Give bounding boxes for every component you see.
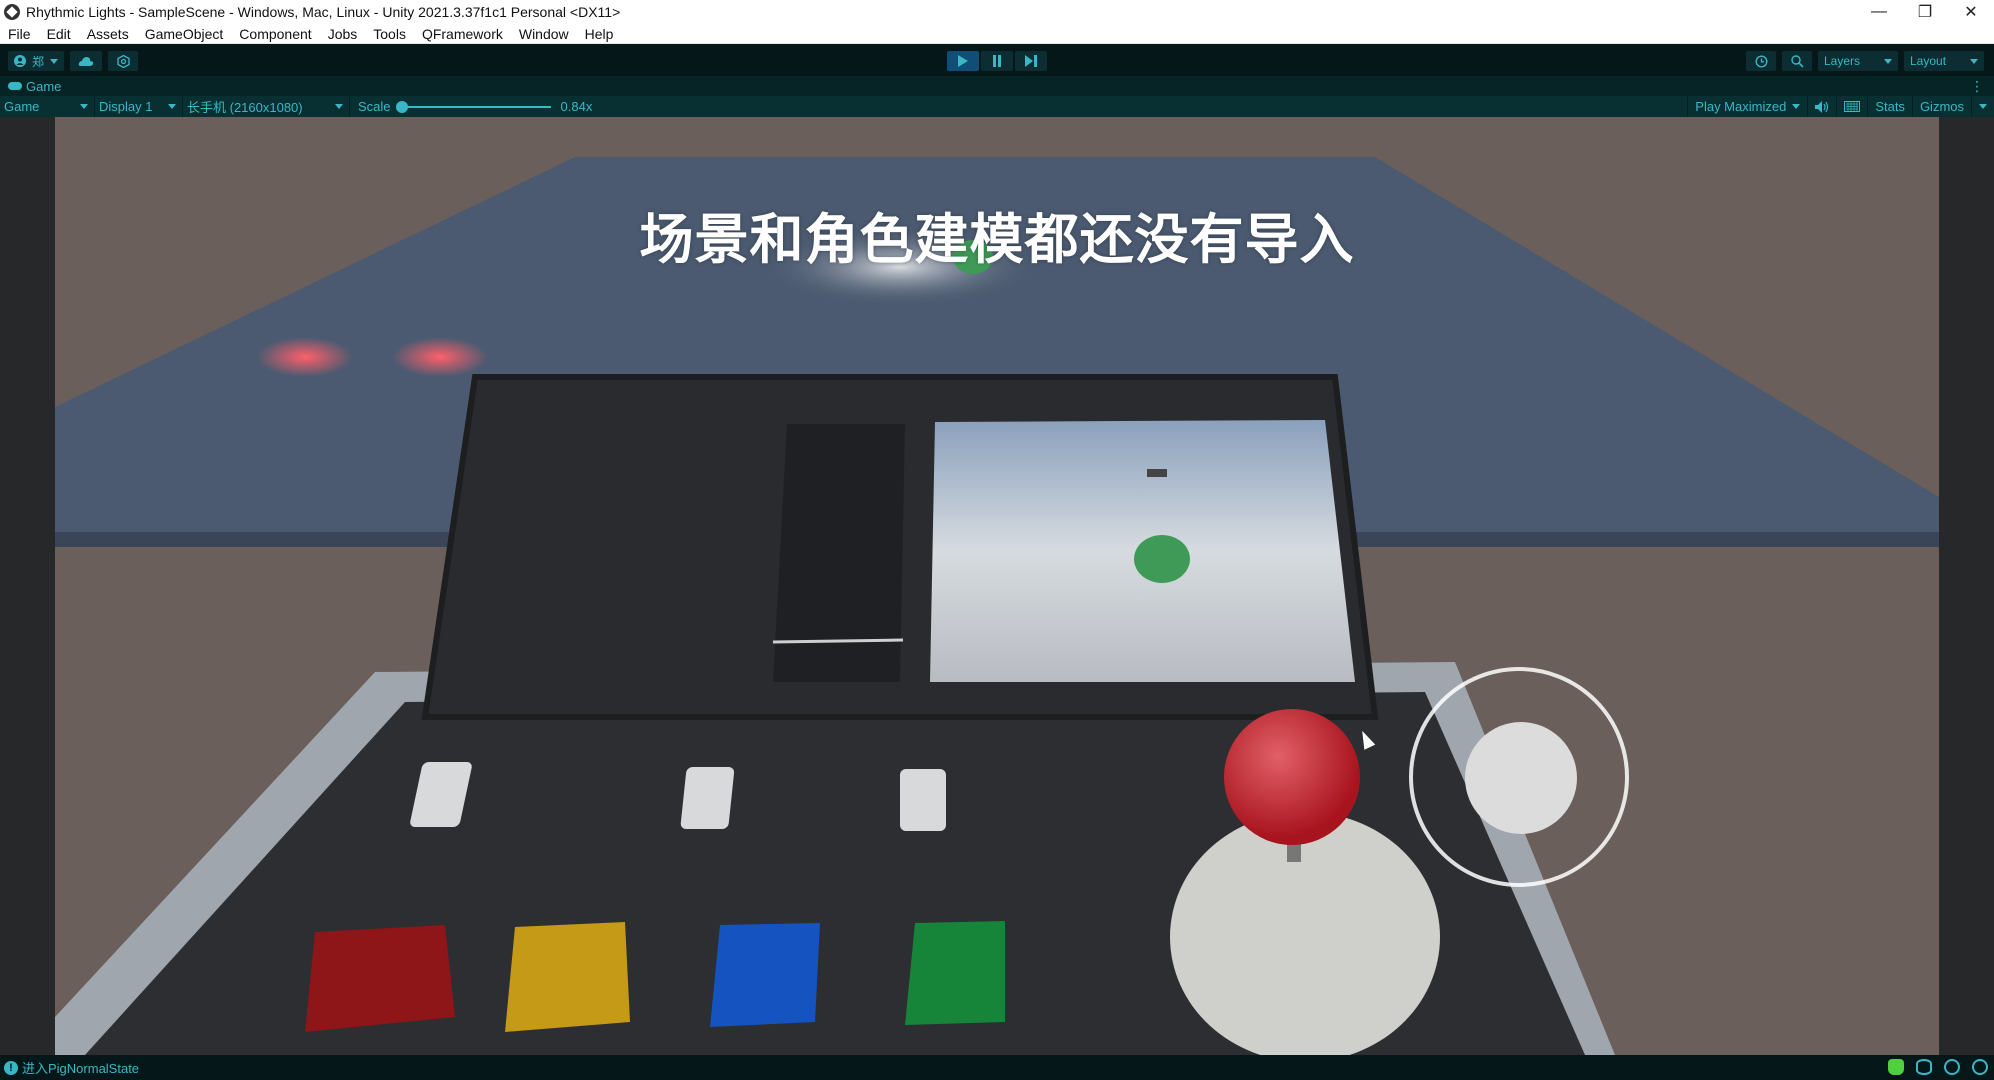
tab-menu-icon[interactable]: ⋮ (1970, 78, 1984, 95)
main-toolbar: 郑 Layers Layout (0, 44, 1994, 76)
menu-tools[interactable]: Tools (365, 26, 414, 42)
game-view-toolbar: Game Display 1 长手机 (2160x1080) Scale 0.8… (0, 96, 1994, 117)
monitor-pig (1134, 535, 1190, 583)
display-label: Display 1 (99, 99, 153, 114)
history-icon (1754, 54, 1768, 68)
menu-jobs[interactable]: Jobs (320, 26, 366, 42)
cloud-button[interactable] (70, 51, 102, 71)
menu-qframework[interactable]: QFramework (414, 26, 511, 42)
tab-bar: Game ⋮ (0, 76, 1994, 96)
chevron-down-icon (335, 104, 343, 109)
play-button[interactable] (947, 51, 979, 71)
cache-server-icon[interactable] (1916, 1059, 1932, 1075)
menu-help[interactable]: Help (577, 26, 622, 42)
layers-label: Layers (1824, 54, 1861, 68)
scale-label: Scale (358, 99, 391, 114)
joystick-ball (1224, 709, 1360, 845)
gizmos-button[interactable]: Gizmos (1911, 96, 1971, 117)
scale-slider-handle[interactable] (395, 100, 408, 113)
mute-audio-button[interactable] (1807, 96, 1836, 117)
debug-bug-icon[interactable] (1888, 1059, 1904, 1075)
fader-3 (900, 769, 946, 831)
resolution-dropdown[interactable]: 长手机 (2160x1080) (183, 96, 350, 117)
menu-gameobject[interactable]: GameObject (137, 26, 232, 42)
step-icon (1025, 55, 1037, 67)
play-mode-label: Play Maximized (1695, 99, 1787, 114)
overlay-caption: 场景和角色建模都还没有导入 (639, 208, 1355, 271)
scale-control: Scale 0.84x (350, 99, 592, 114)
layers-dropdown[interactable]: Layers (1818, 51, 1898, 71)
monitor-object (1147, 469, 1167, 477)
scale-value: 0.84x (560, 99, 593, 114)
yellow-button (505, 922, 630, 1032)
view-mode-label: Game (4, 99, 40, 114)
status-bar: ! 进入PigNormalState (0, 1055, 1994, 1080)
speaker-icon (1815, 100, 1829, 113)
play-icon (958, 55, 968, 67)
menu-bar: File Edit Assets GameObject Component Jo… (0, 24, 1994, 44)
meter-level (772, 638, 904, 644)
view-mode-dropdown[interactable]: Game (0, 96, 95, 117)
meter-display (773, 424, 905, 682)
undo-history-button[interactable] (1746, 51, 1776, 71)
red-button (305, 925, 455, 1032)
chevron-down-icon (1970, 58, 1978, 64)
layout-dropdown[interactable]: Layout (1904, 51, 1984, 71)
status-message[interactable]: 进入PigNormalState (22, 1058, 139, 1077)
close-button[interactable]: ✕ (1948, 0, 1994, 24)
chevron-down-icon (1792, 104, 1801, 109)
restore-button[interactable]: ❐ (1902, 0, 1948, 24)
layout-label: Layout (1910, 54, 1947, 68)
joystick-base (1170, 812, 1440, 1055)
pause-icon (993, 55, 1001, 67)
window-controls: — ❐ ✕ (1856, 0, 1994, 24)
menu-window[interactable]: Window (511, 26, 577, 42)
blue-button (710, 923, 820, 1027)
progress-check-icon[interactable] (1972, 1059, 1988, 1075)
fader-2 (680, 767, 735, 829)
menu-assets[interactable]: Assets (79, 26, 137, 42)
chevron-down-icon (50, 58, 58, 64)
account-dropdown[interactable]: 郑 (8, 51, 64, 71)
gamepad-icon (8, 82, 22, 90)
minimize-button[interactable]: — (1856, 0, 1902, 24)
collab-button[interactable] (108, 51, 138, 71)
pause-button[interactable] (981, 51, 1013, 71)
red-light (257, 337, 353, 377)
info-icon: ! (4, 1060, 18, 1075)
tab-game[interactable]: Game (0, 79, 61, 94)
red-light (392, 337, 488, 377)
green-button (905, 921, 1005, 1025)
tab-game-label: Game (26, 78, 62, 94)
play-mode-dropdown[interactable]: Play Maximized (1687, 96, 1807, 117)
menu-edit[interactable]: Edit (39, 26, 79, 42)
step-button[interactable] (1015, 51, 1047, 71)
window-title: Rhythmic Lights - SampleScene - Windows,… (26, 4, 621, 20)
chevron-down-icon (168, 104, 176, 109)
chevron-down-icon (80, 104, 88, 109)
gizmos-dropdown[interactable] (1971, 96, 1994, 117)
display-dropdown[interactable]: Display 1 (95, 96, 183, 117)
shortcuts-button[interactable] (1836, 96, 1867, 117)
account-name: 郑 (31, 54, 44, 69)
chevron-down-icon (1979, 104, 1987, 109)
chevron-down-icon (1884, 58, 1892, 64)
scale-slider[interactable] (395, 100, 551, 113)
stats-button[interactable]: Stats (1867, 96, 1912, 117)
unity-logo-icon (4, 4, 20, 20)
cloud-icon (78, 57, 94, 66)
network-disabled-icon[interactable] (1944, 1059, 1960, 1075)
resolution-label: 长手机 (2160x1080) (187, 100, 303, 115)
keyboard-icon (1844, 101, 1861, 112)
search-button[interactable] (1782, 51, 1812, 71)
menu-component[interactable]: Component (231, 26, 319, 42)
game-view[interactable]: 场景和角色建模都还没有导入 (55, 117, 1939, 1055)
account-icon (14, 55, 26, 67)
search-icon (1790, 54, 1804, 68)
menu-file[interactable]: File (0, 26, 39, 42)
virtual-joystick-knob[interactable] (1465, 722, 1577, 834)
collab-icon (116, 54, 130, 68)
title-bar: Rhythmic Lights - SampleScene - Windows,… (0, 0, 1994, 24)
